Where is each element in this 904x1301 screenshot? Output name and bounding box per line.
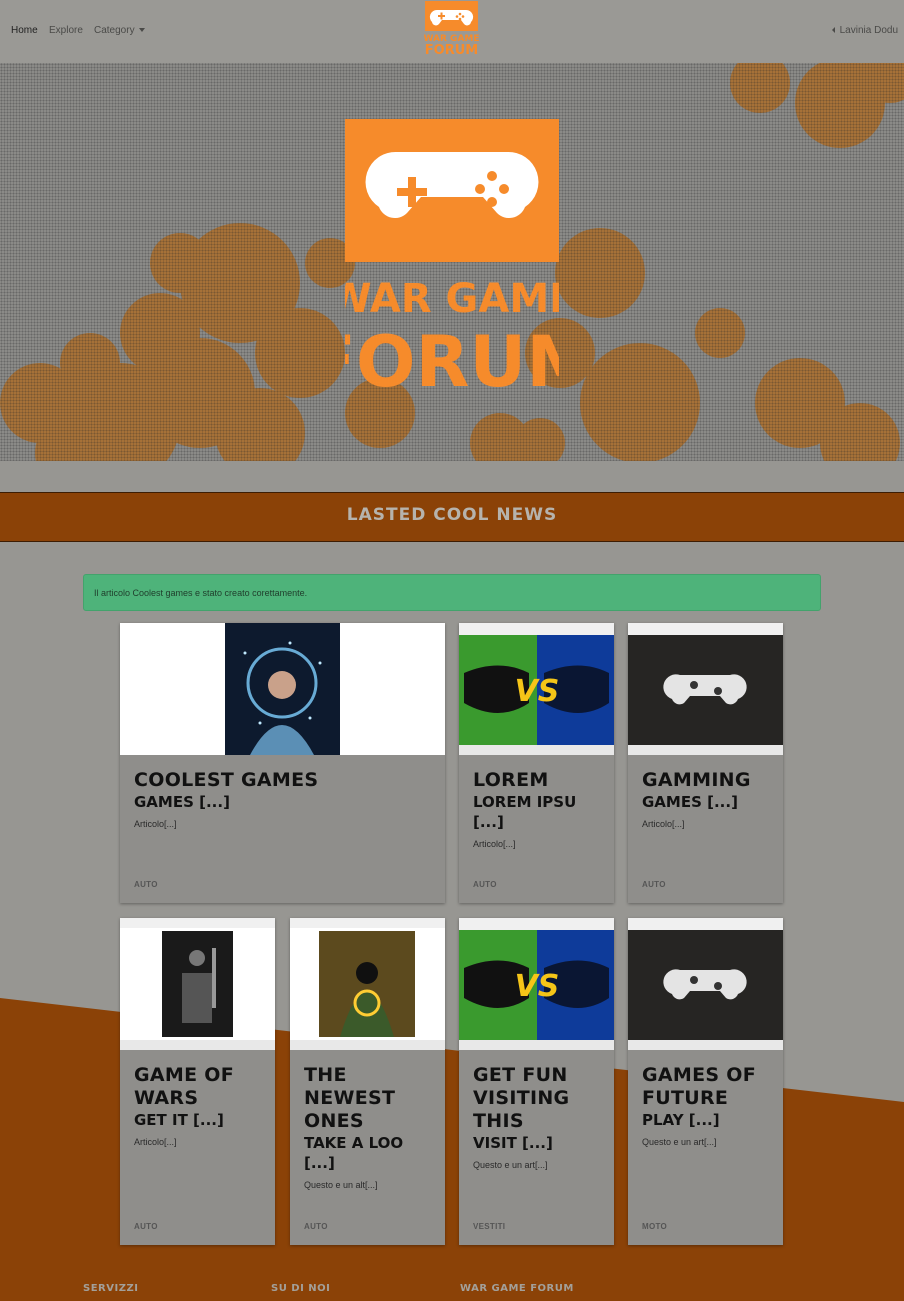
- hero-logo-line1: WAR GAME: [345, 276, 559, 322]
- brand-logo-line2: FORUM: [425, 43, 478, 56]
- user-name: Lavinia Dodu: [839, 25, 898, 36]
- card-subtitle: games [...]: [642, 793, 738, 811]
- article-thumbnail: [120, 918, 275, 1050]
- nav-explore-link[interactable]: Explore: [49, 25, 83, 36]
- article-thumbnail: [628, 623, 783, 755]
- card-category[interactable]: AUTO: [134, 1222, 158, 1231]
- card-body: Get fun visiting this visit [...] Questo…: [473, 1064, 606, 1170]
- section-banner: LASTED COOL NEWS: [0, 492, 904, 542]
- card-category[interactable]: VESTITI: [473, 1222, 505, 1231]
- chevron-down-icon: [138, 28, 145, 33]
- versus-controllers: VS: [459, 918, 614, 1050]
- card-category[interactable]: MOTO: [642, 1222, 667, 1231]
- card-subtitle: get it [...]: [134, 1111, 224, 1129]
- footer-heading-about: SU DI NOI: [271, 1283, 331, 1294]
- card-category[interactable]: AUTO: [473, 880, 497, 889]
- card-title: Gamming: [642, 769, 751, 791]
- user-menu[interactable]: Lavinia Dodu: [831, 25, 898, 36]
- article-thumbnail: [628, 918, 783, 1050]
- card-body: Game of wars get it [...] Articolo[...]: [134, 1064, 267, 1147]
- card-title: Games of future: [642, 1064, 757, 1109]
- versus-controllers: VS: [459, 623, 614, 755]
- hooded-hacker: [290, 918, 445, 1050]
- hero-logo-line2: FORUM: [345, 321, 559, 391]
- card-excerpt: Questo e un art[...]: [642, 1137, 717, 1147]
- success-alert: Il articolo Coolest games e stato creato…: [83, 574, 821, 611]
- article-thumbnail: [120, 623, 445, 755]
- card-excerpt: Articolo[...]: [134, 819, 177, 829]
- card-body: Lorem Lorem ipsu [...] Articolo[...]: [473, 769, 606, 849]
- article-thumbnail: VS: [459, 623, 614, 755]
- card-category[interactable]: AUTO: [304, 1222, 328, 1231]
- article-card[interactable]: The newest ones Take a loo [...] Questo …: [290, 918, 445, 1245]
- article-card[interactable]: VS Lorem Lorem ipsu [...] Articolo[...] …: [459, 623, 614, 903]
- card-title: Coolest games: [134, 769, 319, 791]
- article-card[interactable]: Coolest games games [...] Articolo[...] …: [120, 623, 445, 903]
- card-excerpt: Questo e un art[...]: [473, 1160, 548, 1170]
- card-body: Gamming games [...] Articolo[...]: [642, 769, 775, 829]
- nav-category-dropdown[interactable]: Category: [94, 25, 145, 36]
- card-title: Game of wars: [134, 1064, 235, 1109]
- card-excerpt: Articolo[...]: [642, 819, 685, 829]
- card-title: Get fun visiting this: [473, 1064, 570, 1132]
- article-thumbnail: VS: [459, 918, 614, 1050]
- card-subtitle: games [...]: [134, 793, 230, 811]
- card-category[interactable]: AUTO: [134, 880, 158, 889]
- article-card[interactable]: Game of wars get it [...] Articolo[...] …: [120, 918, 275, 1245]
- card-subtitle: play [...]: [642, 1111, 720, 1129]
- svg-text:VS: VS: [515, 674, 560, 709]
- card-subtitle: visit [...]: [473, 1134, 553, 1152]
- card-excerpt: Questo e un alt[...]: [304, 1180, 378, 1190]
- card-body: Coolest games games [...] Articolo[...]: [134, 769, 437, 829]
- article-card[interactable]: VS Get fun visiting this visit [...] Que…: [459, 918, 614, 1245]
- nav-home-link[interactable]: Home: [11, 25, 38, 36]
- card-excerpt: Articolo[...]: [134, 1137, 177, 1147]
- chevron-left-icon: [831, 27, 835, 34]
- hero-banner: WAR GAME FORUM: [0, 63, 904, 461]
- woman-sparkler-photo: [225, 623, 340, 755]
- card-title: Lorem: [473, 769, 549, 791]
- card-subtitle: Take a loo [...]: [304, 1134, 404, 1172]
- armored-warrior: [120, 918, 275, 1050]
- hero-logo: WAR GAME FORUM: [345, 119, 559, 391]
- white-controller: [628, 918, 783, 1050]
- article-card[interactable]: Gamming games [...] Articolo[...] AUTO: [628, 623, 783, 903]
- card-body: The newest ones Take a loo [...] Questo …: [304, 1064, 437, 1190]
- card-subtitle: Lorem ipsu [...]: [473, 793, 577, 831]
- nav-category-label: Category: [94, 25, 135, 36]
- footer-heading-brand: WAR GAME FORUM: [460, 1283, 574, 1294]
- white-controller: [628, 623, 783, 755]
- article-card[interactable]: Games of future play [...] Questo e un a…: [628, 918, 783, 1245]
- article-thumbnail: [290, 918, 445, 1050]
- footer-heading-servizi: SERVIZZI: [83, 1283, 139, 1294]
- section-title: LASTED COOL NEWS: [346, 505, 558, 525]
- top-navbar: Home Explore Category WAR GAME FORUM Lav…: [0, 0, 904, 63]
- card-body: Games of future play [...] Questo e un a…: [642, 1064, 775, 1147]
- brand-logo[interactable]: WAR GAME FORUM: [424, 0, 479, 56]
- card-excerpt: Articolo[...]: [473, 839, 516, 849]
- card-category[interactable]: AUTO: [642, 880, 666, 889]
- card-title: The newest ones: [304, 1064, 396, 1132]
- svg-text:VS: VS: [515, 969, 560, 1004]
